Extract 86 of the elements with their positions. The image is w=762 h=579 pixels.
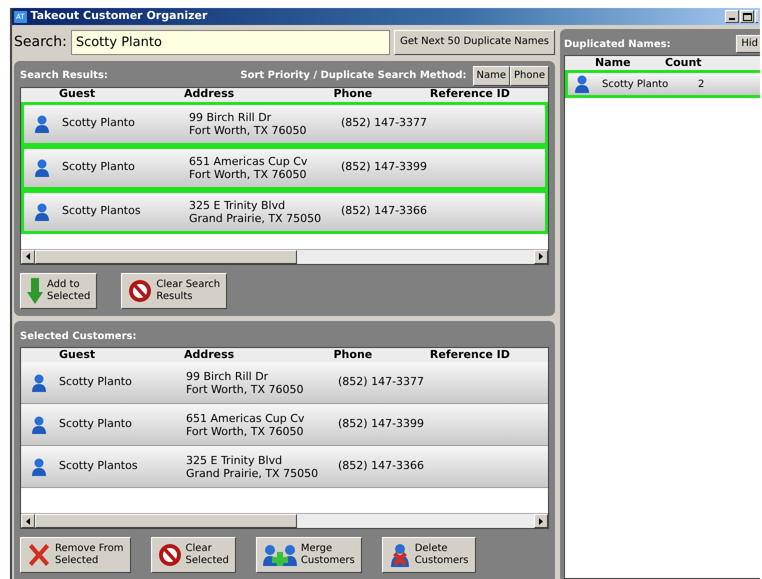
merge-button[interactable]: Merge Customers: [256, 537, 362, 573]
x-icon: [27, 543, 51, 567]
person-icon: [574, 75, 590, 93]
no-entry-icon: [158, 543, 182, 567]
delete-button[interactable]: Delete Customers: [382, 537, 476, 573]
panel-title: Duplicated Names:: [564, 38, 671, 52]
customer-row[interactable]: Scotty Planto 651 Americas Cup Cv Fort Worth, TX 76050 (852) 147-3399: [21, 146, 548, 190]
column-header[interactable]: Address: [184, 86, 334, 103]
address-line: Fort Worth, TX 76050: [186, 382, 305, 396]
right-arrow-icon: [539, 518, 543, 524]
guest-name: Scotty Plantos: [59, 458, 138, 474]
sort-button[interactable]: Phone: [510, 66, 549, 86]
customer-row[interactable]: Scotty Plantos 325 E Trinity Blvd Grand Prairie, TX 75050 (852) 147-3366: [21, 190, 548, 234]
address-line: 325 E Trinity Blvd: [189, 198, 286, 212]
hide-button[interactable]: Hid: [736, 35, 760, 53]
maximize-icon: [742, 12, 752, 20]
no-entry-icon: [128, 278, 152, 303]
remove-button[interactable]: Remove From Selected: [20, 537, 131, 573]
phone-number: (852) 147-3366: [338, 458, 426, 474]
window-title: Takeout Customer Organizer: [30, 8, 208, 24]
person-icon: [31, 458, 47, 476]
guest-name: Scotty Planto: [62, 159, 135, 176]
person-icon: [31, 416, 47, 434]
right-arrow-icon: [539, 253, 543, 260]
column-header[interactable]: Reference ID: [430, 86, 548, 103]
column-header[interactable]: Reference ID: [430, 346, 548, 364]
column-header[interactable]: Guest: [21, 346, 184, 364]
address-line: Fort Worth, TX 76050: [189, 168, 308, 181]
customer-row[interactable]: Scotty Planto 99 Birch Rill Dr Fort Worth, TX 76050 (852) 147-3377: [21, 102, 548, 146]
customer-row[interactable]: Scotty Plantos 325 E Trinity Blvd Grand Prairie, TX 75050 (852) 147-3366: [21, 446, 548, 488]
person-icon: [34, 158, 50, 177]
address-line: 99 Birch Rill Dr: [189, 110, 272, 124]
address-line: 99 Birch Rill Dr: [186, 370, 270, 382]
panel-title: Search Results:: [20, 69, 108, 84]
address-line: Fort Worth, TX 76050: [189, 124, 308, 137]
guest-name: Scotty Planto: [59, 416, 132, 432]
phone-number: (852) 147-3399: [341, 159, 428, 176]
guest-name: Scotty Planto: [59, 374, 132, 390]
address-line: 651 Americas Cup Cv: [186, 412, 306, 424]
search-field[interactable]: Scotty Planto: [70, 30, 390, 55]
address-line: Grand Prairie, TX 75050: [189, 212, 322, 225]
phone-number: (852) 147-3377: [341, 115, 428, 132]
guest-name: Scotty Planto: [62, 115, 135, 132]
horizontal-scrollbar[interactable]: [21, 513, 548, 528]
person-icon: [31, 374, 47, 392]
minimize-icon: [729, 18, 735, 20]
left-arrow-icon: [26, 253, 30, 260]
column-header[interactable]: Count: [665, 54, 745, 72]
guest-name: Scotty Plantos: [62, 203, 141, 220]
down-arrow-icon: [27, 278, 43, 304]
scrollbar-thumb[interactable]: [35, 514, 297, 528]
customer-row[interactable]: Scotty Planto 651 Americas Cup Cv Fort Worth, TX 76050 (852) 147-3399: [21, 404, 548, 446]
clear-button[interactable]: Clear Selected: [150, 537, 236, 573]
phone-number: (852) 147-3377: [338, 374, 426, 390]
duplicate-count: 2: [698, 78, 704, 92]
customer-row[interactable]: Scotty Planto 99 Birch Rill Dr Fort Worth, TX 76050 (852) 147-3377: [21, 362, 548, 404]
address-line: 325 E Trinity Blvd: [186, 454, 284, 466]
scrollbar-thumb[interactable]: [35, 250, 297, 264]
person-x-icon: [388, 543, 411, 567]
column-header[interactable]: Phone: [334, 346, 430, 364]
duplicate-name: Scotty Planto: [602, 78, 668, 92]
person-icon: [34, 202, 50, 221]
column-header[interactable]: Name: [565, 54, 665, 72]
panel-title: Selected Customers:: [20, 330, 136, 344]
address-line: Fort Worth, TX 76050: [186, 424, 305, 438]
close-button[interactable]: [755, 10, 758, 23]
clear-button[interactable]: Clear Search Results: [121, 272, 228, 309]
column-header[interactable]: Address: [184, 346, 334, 364]
sort-button[interactable]: Name: [472, 66, 510, 86]
column-header[interactable]: Phone: [334, 86, 430, 103]
people-plus-icon: [262, 544, 297, 566]
maximize-button[interactable]: [740, 10, 754, 23]
search-label: Search:: [14, 32, 67, 52]
minimize-button[interactable]: [725, 10, 739, 23]
address-line: 651 Americas Cup Cv: [189, 154, 308, 168]
address-line: Grand Prairie, TX 75050: [186, 466, 320, 480]
sort-label: Sort Priority / Duplicate Search Method:: [240, 69, 466, 84]
duplicate-row[interactable]: Scotty Planto 2: [565, 70, 760, 98]
left-arrow-icon: [26, 518, 30, 524]
horizontal-scrollbar[interactable]: [21, 248, 548, 264]
column-header[interactable]: Guest: [21, 86, 184, 103]
add-button[interactable]: Add to Selected: [20, 272, 98, 309]
phone-number: (852) 147-3366: [341, 203, 428, 220]
phone-number: (852) 147-3399: [338, 416, 426, 432]
person-icon: [34, 114, 50, 133]
next-duplicates-button[interactable]: Get Next 50 Duplicate Names: [394, 30, 555, 55]
